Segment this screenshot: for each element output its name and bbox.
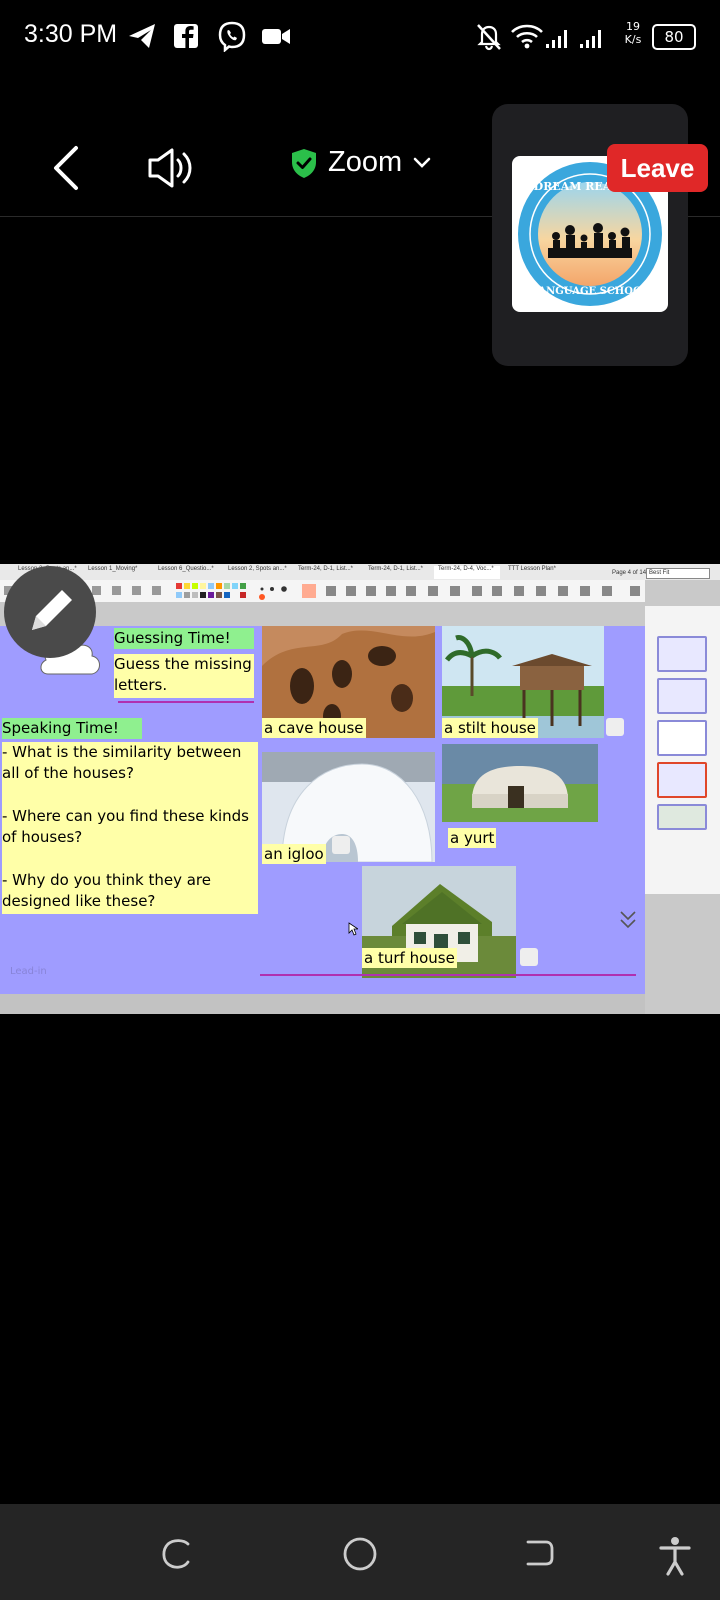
caption-stilt-house: a stilt house — [442, 718, 538, 738]
toolbar-icons — [4, 583, 640, 600]
wifi-icon — [511, 24, 543, 49]
slide-thumbnail-strip[interactable] — [645, 606, 720, 894]
double-chevron-down-icon[interactable] — [618, 908, 638, 930]
underline-divider — [118, 701, 254, 703]
zoom-select[interactable]: Best Fit — [646, 568, 710, 579]
doc-tab[interactable]: Term-24, D-1, List...* — [368, 566, 428, 579]
document-tabbar: Lesson 2, Spots an...* Lesson 1_Moving* … — [0, 564, 720, 580]
annotate-button[interactable] — [4, 566, 96, 658]
shield-check-icon — [292, 148, 316, 178]
leave-button[interactable]: Leave — [607, 144, 708, 192]
video-icon — [262, 29, 290, 44]
slide-thumbnail[interactable] — [657, 804, 707, 830]
shared-screen[interactable]: Lesson 2, Spots an...* Lesson 1_Moving* … — [0, 564, 720, 1014]
caption-yurt: a yurt — [448, 828, 497, 848]
recents-icon[interactable] — [160, 1536, 194, 1570]
system-navigation-bar — [0, 1504, 720, 1600]
guessing-title: Guessing Time! — [114, 628, 254, 649]
doc-tab-active[interactable]: Term-24, D-4, Voc...* — [434, 566, 500, 579]
mute-bell-icon — [477, 24, 501, 51]
mouse-cursor-icon — [348, 922, 358, 936]
doc-tab[interactable]: Lesson 1_Moving* — [88, 566, 146, 579]
caption-igloo: an igloo — [262, 844, 326, 864]
guessing-text: Guess the missing letters. — [114, 654, 254, 698]
slide-footer-label: Lead-in — [10, 966, 47, 977]
pencil-icon — [32, 590, 72, 630]
status-time: 3:30 PM — [24, 20, 118, 48]
speaker-icon[interactable] — [146, 146, 198, 190]
speaking-question: - Where can you find these kinds of hous… — [2, 807, 249, 846]
home-icon[interactable] — [342, 1536, 378, 1572]
back-nav-icon[interactable] — [522, 1536, 556, 1570]
facebook-icon — [174, 24, 198, 48]
caption-turf-house: a turf house — [362, 948, 457, 968]
page-indicator: Page 4 of 14 — [612, 570, 647, 576]
chevron-down-icon — [413, 157, 431, 168]
speaking-title: Speaking Time! — [2, 718, 142, 739]
net-speed-unit: K/s — [624, 33, 642, 46]
net-speed-value: 19 — [626, 20, 640, 33]
slide-thumbnail[interactable] — [657, 720, 707, 756]
signal-icon — [546, 30, 601, 48]
logo-text-bottom: LANGUAGE SCHOOL — [531, 286, 648, 297]
audio-icon[interactable] — [606, 718, 624, 736]
meeting-title-button[interactable]: Zoom — [290, 146, 432, 179]
speaking-question: - Why do you think they are designed lik… — [2, 871, 211, 910]
slide-thumbnail-current[interactable] — [657, 762, 707, 798]
net-speed: 19 K/s — [619, 20, 647, 46]
back-icon[interactable] — [48, 144, 84, 192]
editor-bottom-bar — [0, 994, 645, 1014]
doc-tab[interactable]: Lesson 2, Spots an...* — [228, 566, 288, 579]
underline-divider — [260, 974, 636, 976]
viber-icon — [218, 21, 246, 52]
speaking-questions: - What is the similarity between all of … — [2, 742, 258, 914]
slide-thumbnail[interactable] — [657, 636, 707, 672]
slide-thumbnail[interactable] — [657, 678, 707, 714]
doc-tab[interactable]: Lesson 6_Questio...* — [158, 566, 218, 579]
yurt-photo — [442, 744, 598, 822]
meeting-title: Zoom — [328, 146, 403, 178]
presentation-slide[interactable]: Guessing Time! Guess the missing letters… — [0, 626, 645, 994]
doc-tab[interactable]: Term-24, D-1, List...* — [298, 566, 358, 579]
battery-indicator: 80 — [652, 24, 696, 50]
telegram-icon — [129, 24, 155, 48]
doc-tab[interactable]: TTT Lesson Plan* — [508, 566, 562, 579]
editor-toolbar — [0, 580, 645, 602]
accessibility-icon[interactable] — [658, 1536, 692, 1576]
speaking-question: - What is the similarity between all of … — [2, 743, 242, 782]
audio-icon[interactable] — [332, 836, 350, 854]
caption-cave-house: a cave house — [262, 718, 366, 738]
audio-icon[interactable] — [520, 948, 538, 966]
